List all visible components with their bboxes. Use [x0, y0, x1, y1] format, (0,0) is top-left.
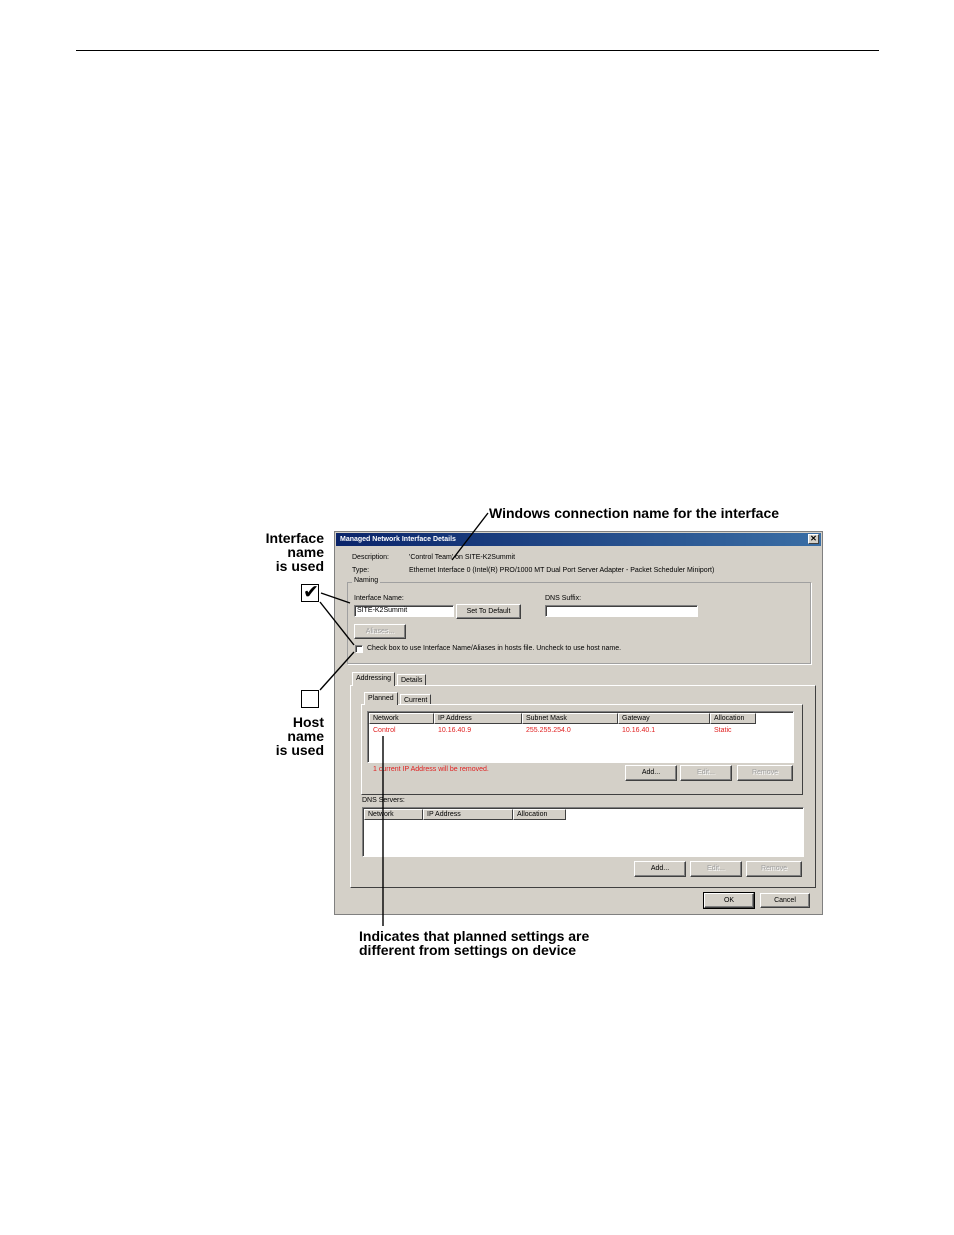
dns-suffix-input[interactable]	[545, 605, 698, 617]
dns-edit-button[interactable]: Edit...	[690, 861, 742, 877]
dns-suffix-label: DNS Suffix:	[545, 595, 582, 602]
ip-removal-warning: 1 current IP Address will be removed.	[373, 766, 489, 773]
column-header-network[interactable]: Network	[364, 809, 423, 820]
dialog-title: Managed Network Interface Details	[340, 536, 456, 543]
dns-servers-label: DNS Servers:	[362, 797, 405, 804]
column-header-ip-address[interactable]: IP Address	[423, 809, 513, 820]
dns-add-button[interactable]: Add...	[634, 861, 686, 877]
interface-name-input[interactable]: SITE-K2Summit	[354, 605, 454, 617]
set-to-default-button[interactable]: Set To Default	[456, 604, 521, 619]
callout-windows-connection: Windows connection name for the interfac…	[489, 505, 780, 521]
callout-line: Host	[292, 714, 324, 730]
description-value: 'Control Team' on SITE-K2Summit	[409, 554, 516, 561]
ip-address-table[interactable]: Network IP Address Subnet Mask Gateway A…	[367, 711, 794, 763]
network-interface-dialog: Managed Network Interface Details ✕ Desc…	[334, 531, 823, 915]
callout-line: different from settings on device	[359, 942, 577, 958]
ip-edit-button[interactable]: Edit...	[680, 765, 732, 781]
use-interface-name-checkbox[interactable]	[355, 645, 363, 653]
callout-line: is used	[275, 742, 324, 758]
callout-line: name	[287, 544, 324, 560]
page-header-rule	[76, 50, 879, 51]
unchecked-box-illustration	[301, 690, 319, 708]
callout-interface-name-used: Interface name is used	[266, 531, 324, 573]
naming-group-title: Naming	[352, 577, 381, 584]
description-label: Description:	[352, 554, 389, 561]
callout-line: is used	[275, 558, 324, 574]
column-header-allocation[interactable]: Allocation	[513, 809, 566, 820]
column-header-allocation[interactable]: Allocation	[710, 713, 756, 724]
ok-button[interactable]: OK	[703, 892, 755, 909]
type-label: Type:	[352, 567, 370, 574]
ip-remove-button[interactable]: Remove	[737, 765, 793, 781]
callout-planned-differs: Indicates that planned settings are diff…	[359, 929, 589, 957]
column-header-network[interactable]: Network	[369, 713, 434, 724]
aliases-button[interactable]: Aliases...	[354, 624, 406, 639]
cell-allocation: Static	[714, 727, 732, 734]
callout-line: Indicates that planned settings are	[359, 928, 590, 944]
checked-box-illustration: ✔	[301, 581, 319, 603]
column-header-subnet-mask[interactable]: Subnet Mask	[522, 713, 618, 724]
cancel-button[interactable]: Cancel	[760, 893, 810, 908]
ip-add-button[interactable]: Add...	[625, 765, 677, 781]
cell-network: Control	[373, 727, 396, 734]
close-icon[interactable]: ✕	[808, 534, 819, 544]
callout-line: Interface	[265, 530, 324, 546]
callout-line: name	[287, 728, 324, 744]
tab-addressing[interactable]: Addressing	[352, 672, 396, 686]
column-header-gateway[interactable]: Gateway	[618, 713, 710, 724]
column-header-ip-address[interactable]: IP Address	[434, 713, 522, 724]
dns-remove-button[interactable]: Remove	[746, 861, 802, 877]
use-interface-name-checkbox-label: Check box to use Interface Name/Aliases …	[367, 645, 622, 652]
cell-ip-address: 10.16.40.9	[438, 727, 472, 734]
cell-gateway: 10.16.40.1	[622, 727, 656, 734]
dialog-titlebar[interactable]: Managed Network Interface Details ✕	[336, 533, 821, 546]
callout-host-name-used: Host name is used	[276, 715, 324, 757]
checkmark-icon: ✔	[303, 581, 319, 603]
cell-subnet-mask: 255.255.254.0	[526, 727, 571, 734]
dns-servers-table[interactable]: Network IP Address Allocation	[362, 807, 804, 857]
interface-name-label: Interface Name:	[354, 595, 404, 602]
tab-planned[interactable]: Planned	[364, 692, 398, 705]
type-value: Ethernet Interface 0 (Intel(R) PRO/1000 …	[409, 567, 715, 574]
